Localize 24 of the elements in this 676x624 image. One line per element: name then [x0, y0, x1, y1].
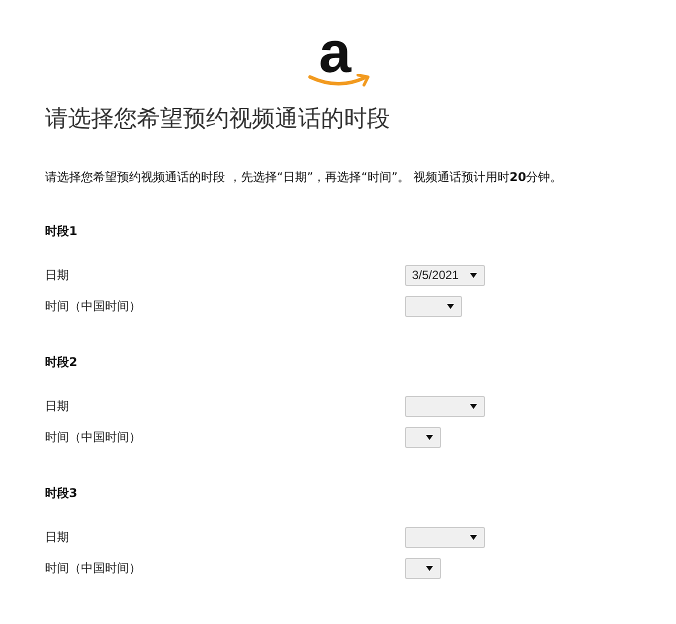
caret-icon	[470, 404, 477, 408]
caret-icon	[426, 566, 433, 570]
time-label: 时间（中国时间）	[45, 560, 142, 576]
caret-icon	[426, 434, 433, 440]
time-label: 时间（中国时间）	[45, 428, 142, 446]
date-dropdown[interactable]	[405, 526, 485, 548]
time-dropdown[interactable]	[405, 558, 441, 578]
caret-icon	[447, 304, 454, 308]
page-title: 请选择您希望预约视频通话的时段	[45, 105, 391, 134]
slot-heading: 时段3	[45, 485, 78, 502]
slot-heading: 时段1	[45, 223, 78, 240]
logo-letter: a	[318, 28, 352, 78]
date-label: 日期	[45, 266, 70, 284]
smile-arrow-icon	[308, 74, 372, 88]
slot-heading: 时段2	[45, 354, 78, 371]
instructions-text: 请选择您希望预约视频通话的时段 ，先选择“日期”，再选择“时间”。 视频通话预计用时20分钟。	[45, 169, 564, 186]
date-dropdown[interactable]	[405, 396, 485, 416]
date-dropdown[interactable]: 3/5/2021	[405, 264, 485, 286]
caret-icon	[470, 272, 477, 278]
time-label: 时间（中国时间）	[45, 298, 142, 314]
time-dropdown[interactable]	[405, 426, 441, 448]
date-label: 日期	[45, 528, 70, 546]
date-label: 日期	[45, 398, 70, 414]
caret-icon	[470, 534, 477, 540]
